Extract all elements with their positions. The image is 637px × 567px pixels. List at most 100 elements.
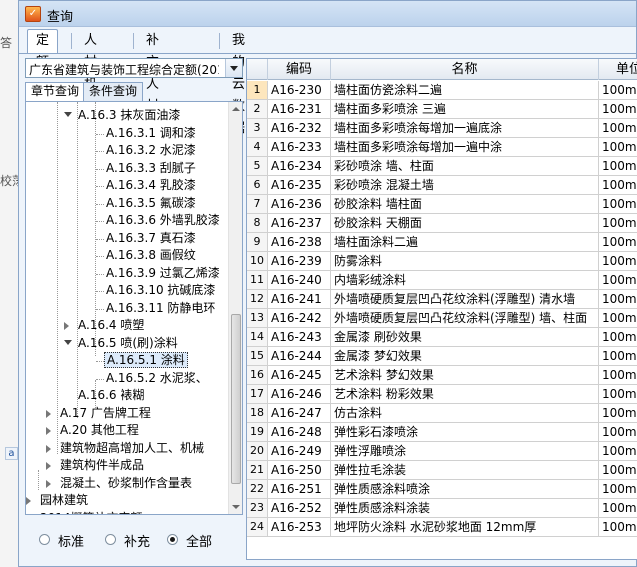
tree-node[interactable]: A.20 其他工程 <box>58 422 141 439</box>
expand-closed-icon[interactable] <box>46 462 51 470</box>
radio-icon <box>39 534 50 545</box>
table-row[interactable]: 21A16-250弹性拉毛涂装100m2 <box>247 461 637 480</box>
table-row[interactable]: 17A16-246艺术涂料 粉彩效果100m2 <box>247 385 637 404</box>
expand-closed-icon[interactable] <box>46 479 51 488</box>
table-row[interactable]: 11A16-240内墙彩绒涂料100m2 <box>247 271 637 290</box>
library-select[interactable]: 广东省建筑与装饰工程综合定额(201 <box>25 58 243 78</box>
scroll-thumb[interactable] <box>231 314 241 484</box>
tree-node[interactable]: A.16.3.6 外墙乳胶漆 <box>104 212 222 229</box>
filter-radios: 标准 补充 全部 <box>25 524 243 554</box>
tab-quota[interactable]: 定额 <box>27 29 59 70</box>
name-column-header[interactable]: 名称 <box>331 59 599 80</box>
tab-separator <box>71 33 72 49</box>
tree-node[interactable]: A.16.3.10 抗碱底漆 <box>104 282 217 299</box>
row-number: 17 <box>247 385 268 404</box>
table-row[interactable]: 16A16-245艺术涂料 梦幻效果100m2 <box>247 366 637 385</box>
table-row[interactable]: 13A16-242外墙喷硬质复层凹凸花纹涂料(浮雕型) 墙、柱面100m2 <box>247 309 637 328</box>
tree-guide-line <box>96 238 104 240</box>
table-row[interactable]: 6A16-235彩砂喷涂 混凝土墙100m2 <box>247 176 637 195</box>
tree-node[interactable]: 园林建筑 <box>38 492 90 509</box>
tree-node[interactable]: A.17 广告牌工程 <box>58 405 153 422</box>
tree-node[interactable]: A.16.3.7 真石漆 <box>104 230 198 247</box>
row-number: 11 <box>247 271 268 290</box>
grid-header: 编码 名称 单位 <box>247 59 637 80</box>
tab-supplement-lmm[interactable]: 补充人材机 <box>137 29 168 136</box>
scroll-up-icon[interactable] <box>232 107 240 111</box>
unit-column-header[interactable]: 单位 <box>599 59 637 80</box>
subtab-condition-query[interactable]: 条件查询 <box>83 82 144 101</box>
table-row[interactable]: 18A16-247仿古涂料100m2 <box>247 404 637 423</box>
expand-open-icon[interactable] <box>64 339 72 345</box>
unit-cell: 100m2 <box>599 271 637 290</box>
expand-closed-icon[interactable] <box>46 427 51 435</box>
table-row[interactable]: 19A16-248弹性彩石漆喷涂100m2 <box>247 423 637 442</box>
table-row[interactable]: 8A16-237砂胶涂料 天棚面100m2 <box>247 214 637 233</box>
unit-cell: 100m2 <box>599 499 637 518</box>
expand-closed-icon[interactable] <box>46 444 51 453</box>
table-row[interactable]: 22A16-251弹性质感涂料喷涂100m2 <box>247 480 637 499</box>
dropdown-button[interactable] <box>225 59 242 77</box>
code-cell: A16-242 <box>268 309 331 328</box>
table-row[interactable]: 15A16-244金属漆 梦幻效果100m2 <box>247 347 637 366</box>
tree-node[interactable]: A.16.3.3 刮腻子 <box>104 160 198 177</box>
table-row[interactable]: 24A16-253地坪防火涂料 水泥砂浆地面 12mm厚100m2 <box>247 518 637 537</box>
table-row[interactable]: 3A16-232墙柱面多彩喷涂每增加一遍底涂100m2 <box>247 119 637 138</box>
tree-node[interactable]: A.16.5 喷(刷)涂料 <box>76 335 180 352</box>
expand-closed-icon[interactable] <box>26 515 31 516</box>
tree-node[interactable]: 建筑物超高增加人工、机械 <box>58 440 206 457</box>
tree-guide-line <box>96 133 104 135</box>
tree-node[interactable]: A.16.3.11 防静电环 <box>104 300 217 317</box>
tree-node[interactable]: A.16.3.4 乳胶漆 <box>104 177 198 194</box>
unit-cell: 100m2 <box>599 366 637 385</box>
table-row[interactable]: 2A16-231墙柱面多彩喷涂 三遍100m2 <box>247 100 637 119</box>
name-cell: 弹性质感涂料喷涂 <box>331 480 599 499</box>
scroll-down-icon[interactable] <box>232 505 240 509</box>
tree-node[interactable]: 建筑构件半成品 <box>58 457 146 474</box>
table-row[interactable]: 10A16-239防雾涂料100m2 <box>247 252 637 271</box>
code-cell: A16-240 <box>268 271 331 290</box>
tree-node-label: A.16.3.6 外墙乳胶漆 <box>106 213 220 227</box>
table-row[interactable]: 5A16-234彩砂喷涂 墙、柱面100m2 <box>247 157 637 176</box>
tree-node[interactable]: A.16.5.1 涂料 <box>104 352 188 369</box>
code-cell: A16-253 <box>268 518 331 537</box>
tree-node[interactable]: A.16.3.2 水泥漆 <box>104 142 198 159</box>
tree-node[interactable]: 混凝土、砂浆制作含量表 <box>58 475 194 492</box>
tree-node[interactable]: A.16.3.1 调和漆 <box>104 125 198 142</box>
tree-node[interactable]: A.16.5.2 水泥浆、 <box>104 370 210 387</box>
chapter-tree[interactable]: A.16.3 抹灰面油漆 A.16.3.1 调和漆 A.16.3.2 水泥漆 A.16… <box>25 101 243 515</box>
table-row[interactable]: 23A16-252弹性质感涂料涂装100m2 <box>247 499 637 518</box>
expand-closed-icon[interactable] <box>46 409 51 418</box>
tree-node[interactable]: 2014概算补充定额 <box>38 510 145 515</box>
name-cell: 金属漆 梦幻效果 <box>331 347 599 366</box>
code-cell: A16-250 <box>268 461 331 480</box>
title-bar[interactable]: ✓ 查询 <box>19 1 636 27</box>
tab-labor-material-machine[interactable]: 人材机 <box>75 29 106 92</box>
table-row[interactable]: 20A16-249弹性浮雕喷涂100m2 <box>247 442 637 461</box>
row-number: 16 <box>247 366 268 385</box>
code-cell: A16-232 <box>268 119 331 138</box>
table-row[interactable]: 7A16-236砂胶涂料 墙柱面100m2 <box>247 195 637 214</box>
quota-grid[interactable]: 编码 名称 单位 1A16-230墙柱面仿瓷涂料二遍100m22A16-231墙… <box>246 58 637 560</box>
code-column-header[interactable]: 编码 <box>268 59 331 80</box>
table-row[interactable]: 9A16-238墙柱面涂料二遍100m2 <box>247 233 637 252</box>
name-cell: 艺术涂料 梦幻效果 <box>331 366 599 385</box>
tree-scrollbar[interactable] <box>228 102 242 514</box>
radio-icon <box>105 534 116 545</box>
expand-closed-icon[interactable] <box>64 322 69 330</box>
tree-node[interactable]: A.16.3.9 过氯乙烯漆 <box>104 265 222 282</box>
table-row[interactable]: 4A16-233墙柱面多彩喷涂每增加一遍中涂100m2 <box>247 138 637 157</box>
expand-open-icon[interactable] <box>64 112 72 117</box>
subtab-chapter-query[interactable]: 章节查询 <box>25 82 86 102</box>
tree-node[interactable]: A.16.3 抹灰面油漆 <box>76 107 182 124</box>
row-number: 20 <box>247 442 268 461</box>
table-row[interactable]: 12A16-241外墙喷硬质复层凹凸花纹涂料(浮雕型) 清水墙100m2 <box>247 290 637 309</box>
tree-node[interactable]: A.16.6 裱糊 <box>76 387 146 404</box>
row-number: 21 <box>247 461 268 480</box>
tree-node[interactable]: A.16.3.5 氟碳漆 <box>104 195 198 212</box>
tree-node[interactable]: A.16.3.8 画假纹 <box>104 247 198 264</box>
tab-my-cloud-data[interactable]: 我的云数据 <box>223 29 254 136</box>
tree-node[interactable]: A.16.4 喷塑 <box>76 317 146 334</box>
table-row[interactable]: 14A16-243金属漆 刷砂效果100m2 <box>247 328 637 347</box>
expand-closed-icon[interactable] <box>26 497 31 505</box>
table-row[interactable]: 1A16-230墙柱面仿瓷涂料二遍100m2 <box>247 81 637 100</box>
